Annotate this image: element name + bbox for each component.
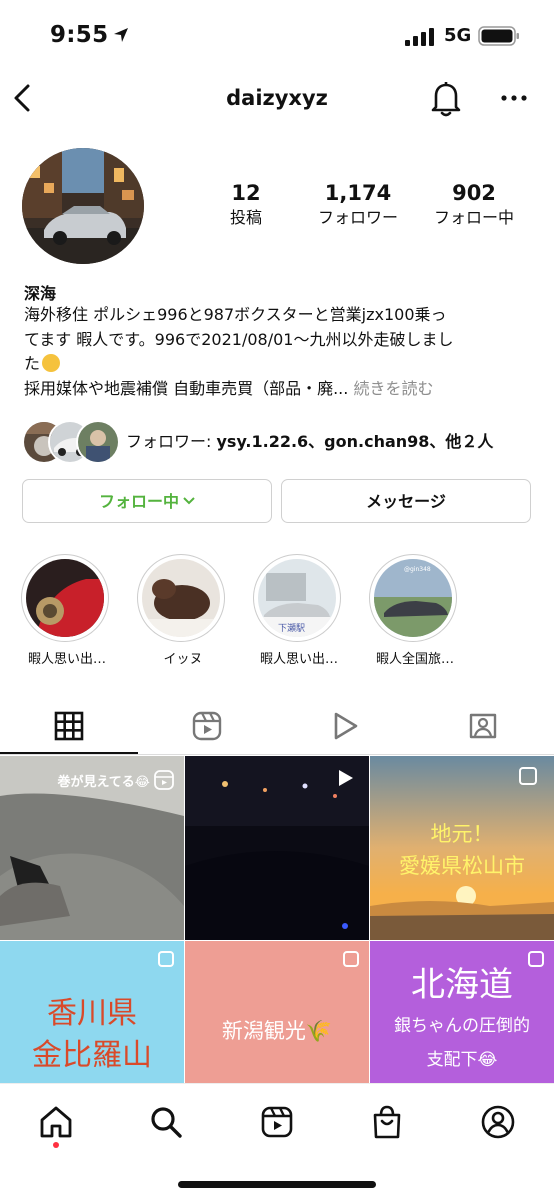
- notification-dot: [53, 1142, 59, 1148]
- story-highlight[interactable]: イッヌ: [137, 554, 229, 667]
- post-caption-text: 巻が見えてる😂: [57, 775, 150, 790]
- highlight-label: イッヌ: [163, 652, 203, 667]
- following-stat[interactable]: 902 フォロー中: [414, 180, 534, 230]
- profile-icon: [481, 1105, 515, 1139]
- nav-reels[interactable]: [257, 1102, 297, 1142]
- nav-shop[interactable]: [367, 1102, 407, 1142]
- post-overlay-line: 支配下😂: [426, 1050, 498, 1070]
- story-highlight[interactable]: @gin348 暇人全国旅…: [369, 554, 461, 667]
- post-thumbnail[interactable]: 新潟観光🌾: [185, 941, 369, 1083]
- highlight-label: 暇人思い出…: [259, 652, 338, 667]
- posts-stat[interactable]: 12 投稿: [186, 180, 306, 230]
- post-thumbnail[interactable]: 北海道銀ちゃんの圧倒的 支配下😂: [370, 941, 554, 1083]
- following-label: フォロー中: [433, 208, 514, 227]
- bio-line-text: た: [24, 354, 41, 373]
- highlight-thumbnail: @gin348: [374, 559, 452, 637]
- home-indicator: [178, 1181, 376, 1188]
- nav-search[interactable]: [146, 1102, 186, 1142]
- location-arrow-icon: [113, 27, 129, 43]
- display-name: 深海: [24, 284, 57, 303]
- multi-post-icon: [158, 951, 174, 967]
- post-thumbnail[interactable]: [185, 756, 369, 940]
- posts-label: 投稿: [229, 208, 262, 227]
- highlight-thumbnail: [26, 559, 104, 637]
- following-count: 902: [452, 181, 496, 205]
- play-icon: [334, 712, 358, 740]
- grinning-emoji-icon: [42, 354, 61, 372]
- battery-icon: [478, 26, 520, 46]
- username-title: daizyxyz: [226, 86, 328, 110]
- following-button-label: フォロー中: [98, 492, 179, 511]
- highlight-tag-text: @gin348: [404, 566, 431, 573]
- story-highlight[interactable]: 暇人思い出…: [21, 554, 113, 667]
- bell-icon[interactable]: [428, 80, 464, 118]
- bio-line: 採用媒体や地震補償 自動車売買（部品・廃... 続きを読む: [24, 377, 539, 402]
- mutual-avatar: [76, 420, 120, 464]
- post-thumbnail[interactable]: 巻が見えてる😂: [0, 756, 184, 940]
- followers-label: フォロワー: [317, 208, 398, 227]
- search-icon: [151, 1107, 182, 1138]
- tab-posts-grid[interactable]: [0, 700, 138, 754]
- highlight-thumbnail: 下瀬駅: [258, 559, 336, 637]
- bio-line: 海外移住 ポルシェ996と987ボクスターと営業jzx100乗っ: [24, 305, 447, 324]
- post-overlay-line: 愛媛県松山市: [399, 854, 525, 878]
- mutual-prefix: フォロワー:: [126, 432, 217, 451]
- bio: 海外移住 ポルシェ996と987ボクスターと営業jzx100乗っ てます 暇人で…: [24, 303, 539, 401]
- reels-icon: [192, 711, 222, 741]
- shop-icon: [373, 1105, 401, 1139]
- read-more-link[interactable]: 続きを読む: [353, 379, 433, 398]
- post-overlay-text: 北海道銀ちゃんの圧倒的 支配下😂: [370, 961, 554, 1077]
- nav-profile[interactable]: [478, 1102, 518, 1142]
- more-icon[interactable]: [500, 88, 528, 108]
- following-button[interactable]: フォロー中: [22, 479, 272, 523]
- bio-line: た: [24, 352, 539, 377]
- post-overlay-line: 北海道: [411, 965, 513, 1005]
- post-overlay-line: 銀ちゃんの圧倒的: [394, 1016, 530, 1036]
- mutual-names: ysy.1.22.6、gon.chan98: [216, 432, 430, 451]
- post-overlay-text: 香川県 金比羅山: [0, 993, 184, 1077]
- signal-icon: [405, 28, 435, 46]
- tab-tagged[interactable]: [414, 700, 552, 752]
- followers-count: 1,174: [324, 181, 392, 205]
- tab-reels[interactable]: [138, 700, 276, 752]
- post-overlay-line: 地元！: [430, 822, 494, 846]
- status-time: 9:55: [50, 22, 109, 48]
- home-icon: [40, 1106, 72, 1138]
- avatar[interactable]: [22, 148, 144, 264]
- tab-videos[interactable]: [276, 700, 414, 752]
- reels-icon: [154, 770, 174, 790]
- post-overlay-line: 香川県: [47, 996, 137, 1031]
- grid-icon: [54, 711, 84, 741]
- highlight-thumbnail: [142, 559, 220, 637]
- post-overlay-line: 金比羅山: [32, 1038, 152, 1073]
- station-sign-text: 下瀬駅: [278, 622, 305, 634]
- reels-icon: [261, 1106, 293, 1138]
- post-thumbnail[interactable]: 香川県 金比羅山: [0, 941, 184, 1083]
- message-button[interactable]: メッセージ: [281, 479, 531, 523]
- nav-home[interactable]: [36, 1102, 76, 1142]
- followers-stat[interactable]: 1,174 フォロワー: [298, 180, 418, 230]
- posts-count: 12: [231, 181, 261, 205]
- post-caption: 巻が見えてる😂: [0, 770, 184, 790]
- profile-tabs: [0, 700, 554, 755]
- mutual-followers[interactable]: フォロワー: ysy.1.22.6、gon.chan98、他２人: [22, 420, 542, 464]
- highlight-label: 暇人思い出…: [27, 652, 106, 667]
- post-thumbnail[interactable]: 地元！ 愛媛県松山市: [370, 756, 554, 940]
- bio-line: てます 暇人です。996で2021/08/01〜九州以外走破しまし: [24, 329, 454, 349]
- highlight-label: 暇人全国旅…: [375, 652, 454, 667]
- tagged-icon: [469, 713, 497, 739]
- chevron-down-icon: [183, 497, 195, 505]
- mutual-followers-text: フォロワー: ysy.1.22.6、gon.chan98、他２人: [126, 428, 493, 452]
- post-overlay-text: 地元！ 愛媛県松山市: [370, 818, 554, 882]
- bio-line-text: 採用媒体や地震補償 自動車売買（部品・廃...: [24, 378, 349, 398]
- multi-post-icon: [343, 951, 359, 967]
- network-label: 5G: [444, 25, 472, 46]
- post-overlay-text: 新潟観光🌾: [221, 1019, 333, 1043]
- story-highlight[interactable]: 下瀬駅 暇人思い出…: [253, 554, 345, 667]
- mutual-suffix: 、他２人: [429, 432, 494, 451]
